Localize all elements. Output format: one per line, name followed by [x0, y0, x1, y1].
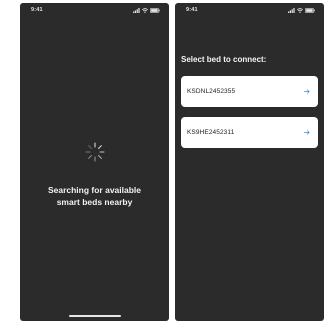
wifi-icon — [142, 7, 148, 13]
searching-message: Searching for available smart beds nearb… — [20, 184, 169, 208]
loading-spinner-icon — [85, 142, 104, 162]
searching-message-line2: smart beds nearby — [56, 197, 133, 207]
status-icons — [288, 7, 315, 13]
signal-icon — [288, 7, 295, 13]
status-bar: 9:41 — [20, 3, 169, 17]
bed-name: KS9HE2452311 — [187, 129, 235, 136]
battery-icon — [305, 7, 315, 13]
battery-icon — [150, 7, 160, 13]
searching-message-line1: Searching for available — [47, 185, 142, 195]
select-bed-title: Select bed to connect: — [181, 55, 267, 64]
searching-screen: 9:41 Searching for available smart beds … — [20, 3, 169, 321]
select-bed-screen: 9:41 Select bed to connect: KSDNL2452355… — [175, 3, 324, 321]
status-icons — [133, 7, 160, 13]
bed-name: KSDNL2452355 — [187, 88, 236, 95]
arrow-right-icon — [304, 130, 310, 135]
home-indicator[interactable] — [68, 315, 121, 317]
bed-list-item[interactable]: KSDNL2452355 — [181, 76, 318, 107]
status-time: 9:41 — [31, 7, 43, 13]
bed-list-item[interactable]: KS9HE2452311 — [181, 117, 318, 148]
wifi-icon — [297, 7, 303, 13]
status-bar: 9:41 — [175, 3, 324, 17]
signal-icon — [133, 7, 140, 13]
arrow-right-icon — [304, 89, 310, 94]
status-time: 9:41 — [186, 7, 198, 13]
bed-list: KSDNL2452355 KS9HE2452311 — [181, 76, 318, 158]
